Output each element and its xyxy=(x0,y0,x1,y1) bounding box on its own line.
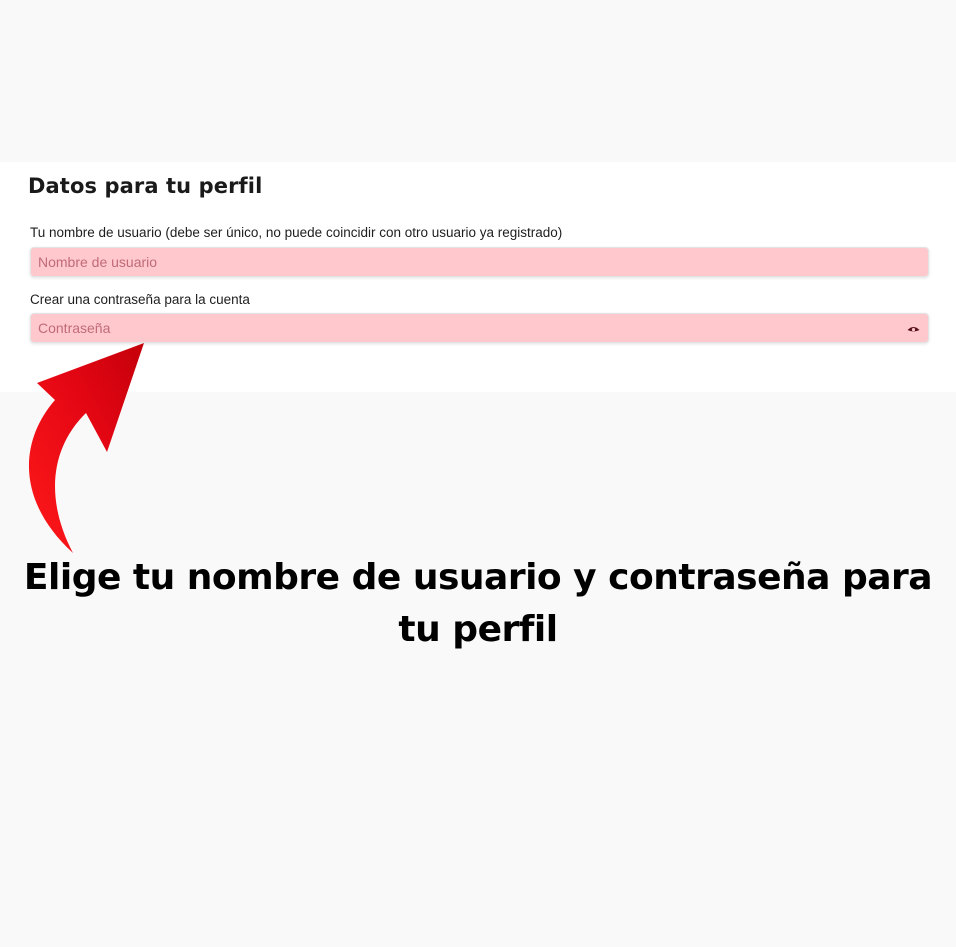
password-input[interactable] xyxy=(31,314,928,342)
curved-arrow-icon xyxy=(28,343,144,553)
username-input[interactable] xyxy=(31,248,928,276)
username-field-wrapper xyxy=(30,247,929,277)
section-title: Datos para tu perfil xyxy=(28,174,263,198)
username-label: Tu nombre de usuario (debe ser único, no… xyxy=(30,225,563,240)
eye-icon[interactable] xyxy=(907,324,920,334)
password-field-wrapper xyxy=(30,313,929,343)
password-label: Crear una contraseña para la cuenta xyxy=(30,292,250,307)
instruction-caption: Elige tu nombre de usuario y contraseña … xyxy=(23,557,933,650)
